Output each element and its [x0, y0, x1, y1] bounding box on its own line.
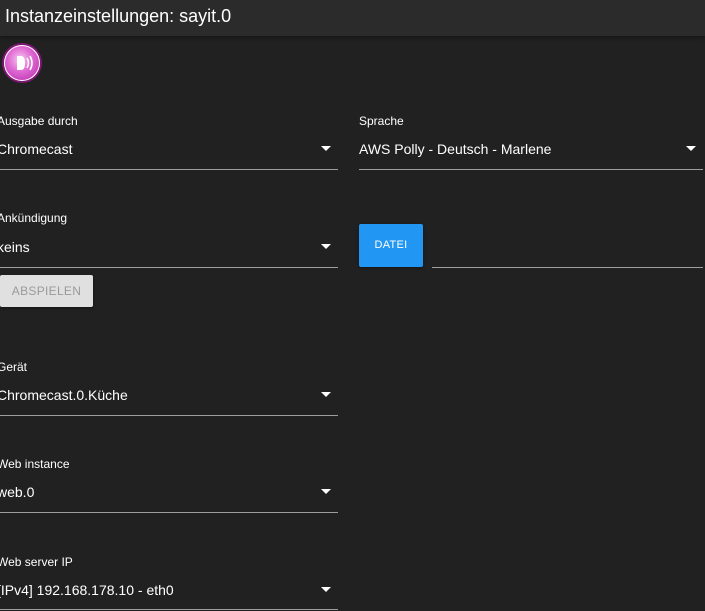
language-value: AWS Polly - Deutsch - Marlene — [359, 141, 552, 157]
chevron-down-icon — [321, 489, 331, 494]
chevron-down-icon — [321, 244, 331, 249]
announcement-select[interactable]: Ankündigung keins — [0, 211, 338, 268]
announcement-underline — [0, 267, 338, 268]
web-instance-select[interactable]: Web instance web.0 — [0, 457, 338, 513]
language-select[interactable]: Sprache AWS Polly - Deutsch - Marlene — [359, 114, 703, 170]
output-value: Chromecast — [0, 141, 73, 157]
output-underline — [0, 169, 338, 170]
web-instance-value: web.0 — [0, 484, 35, 500]
device-label: Gerät — [0, 360, 28, 374]
chevron-down-icon — [321, 587, 331, 592]
sayit-logo-icon — [4, 45, 40, 81]
output-select[interactable]: Ausgabe durch Chromecast — [0, 114, 338, 170]
device-value: Chromecast.0.Küche — [0, 387, 128, 403]
title-bar: Instanzeinstellungen: sayit.0 — [0, 0, 705, 36]
chevron-down-icon — [321, 146, 331, 151]
language-label: Sprache — [359, 114, 404, 128]
chevron-down-icon — [321, 392, 331, 397]
web-instance-underline — [0, 512, 338, 513]
language-underline — [359, 169, 703, 170]
web-server-ip-select[interactable]: Web server IP [IPv4] 192.168.178.10 - et… — [0, 555, 338, 611]
web-instance-label: Web instance — [0, 457, 70, 471]
chevron-down-icon — [686, 146, 696, 151]
announcement-value: keins — [0, 239, 30, 255]
window-title: Instanzeinstellungen: sayit.0 — [5, 6, 232, 26]
device-select[interactable]: Gerät Chromecast.0.Küche — [0, 360, 338, 416]
output-label: Ausgabe durch — [0, 114, 78, 128]
web-server-ip-label: Web server IP — [0, 555, 73, 569]
announcement-label: Ankündigung — [0, 211, 68, 225]
play-button[interactable]: ABSPIELEN — [0, 275, 93, 307]
web-server-ip-underline — [0, 609, 338, 610]
device-underline — [0, 415, 338, 416]
file-button[interactable]: DATEI — [359, 224, 423, 267]
file-input-underline[interactable] — [432, 267, 703, 268]
web-server-ip-value: [IPv4] 192.168.178.10 - eth0 — [0, 582, 174, 598]
